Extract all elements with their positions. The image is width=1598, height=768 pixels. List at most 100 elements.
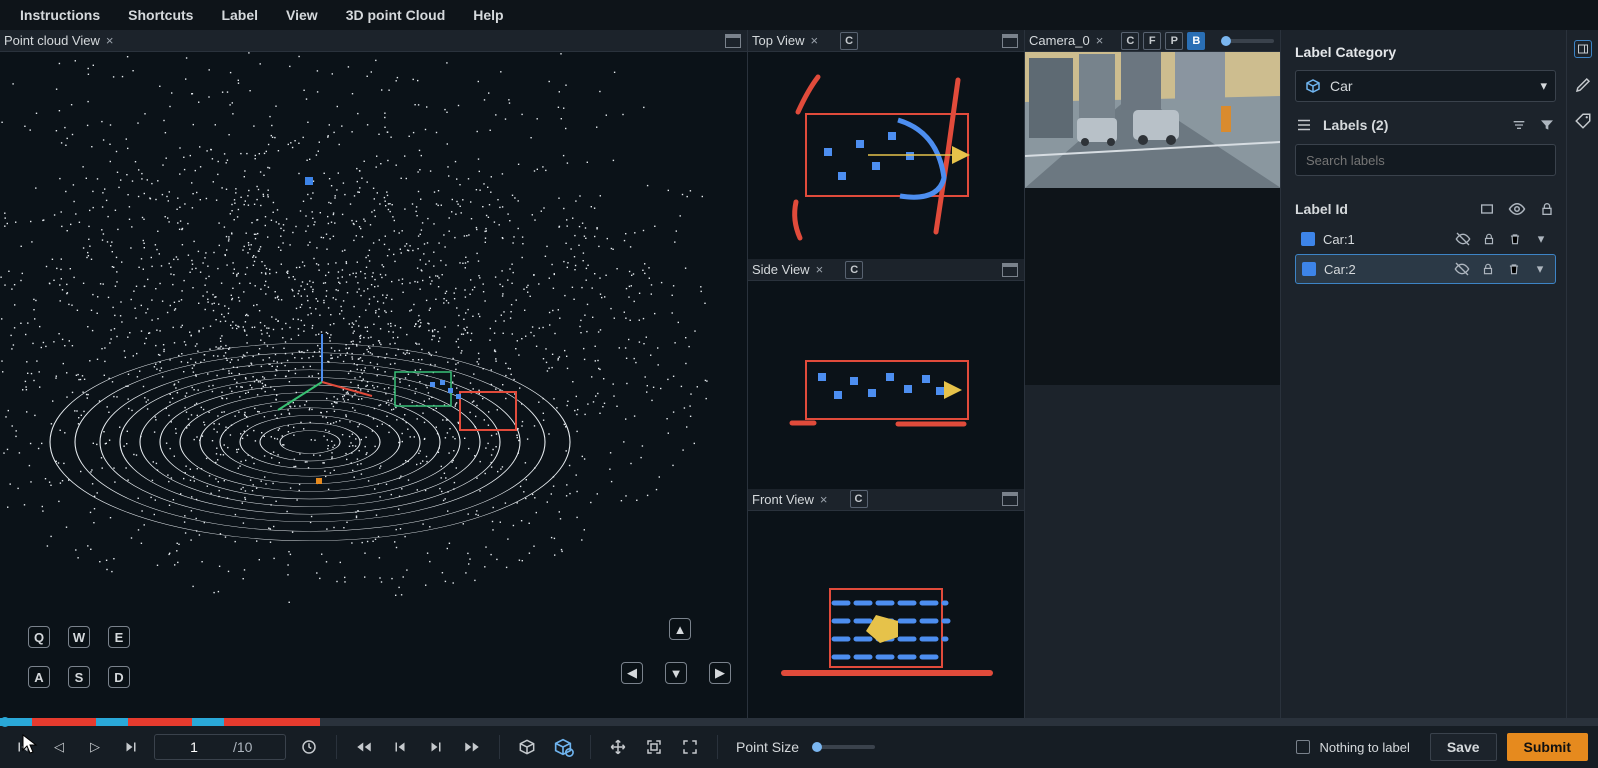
front-view-maximize-icon[interactable] [1002,492,1018,506]
side-view-close[interactable]: × [816,262,824,277]
point-cloud-canvas[interactable]: Q W E A S D ▲ ◀ ▼ ▶ [0,52,747,718]
side-view-mode-c[interactable]: C [845,261,863,279]
point-size-label: Point Size [736,739,799,755]
rewind-icon[interactable] [351,734,377,760]
cuboid-icon [1304,77,1322,95]
camera-tab-title: Camera_0 [1029,33,1092,48]
fullscreen-icon[interactable] [677,734,703,760]
side-view-title: Side View [752,262,812,277]
top-view-close[interactable]: × [811,33,819,48]
front-view-title: Front View [752,492,816,507]
lock-icon[interactable] [1538,200,1556,218]
list-icon [1295,116,1313,134]
save-button[interactable]: Save [1430,733,1497,761]
label-item-name: Car:2 [1324,262,1445,277]
label-search-input[interactable] [1295,144,1556,176]
camera-mode-f[interactable]: F [1143,32,1161,50]
chevron-down-icon[interactable]: ▾ [1531,260,1549,278]
key-w[interactable]: W [68,626,90,648]
box-icon[interactable] [1478,200,1496,218]
camera-zoom-slider[interactable] [1224,39,1274,43]
step-fwd-icon[interactable] [423,734,449,760]
tag-icon[interactable] [1574,112,1592,130]
key-s[interactable]: S [68,666,90,688]
lock-icon[interactable] [1480,230,1498,248]
sort-icon[interactable] [1510,116,1528,134]
label-category-heading: Label Category [1295,44,1556,60]
panel-icon[interactable] [1574,40,1592,58]
key-e[interactable]: E [108,626,130,648]
filter-icon[interactable] [1538,116,1556,134]
key-a[interactable]: A [28,666,50,688]
top-view-mode-c[interactable]: C [840,32,858,50]
nothing-to-label-label: Nothing to label [1320,740,1410,755]
label-item-car-2[interactable]: Car:2 ▾ [1295,254,1556,284]
side-tool-strip [1566,30,1598,718]
menu-3d-point-cloud[interactable]: 3D point Cloud [334,1,458,29]
top-view-canvas[interactable] [748,52,1024,259]
point-size-slider[interactable] [815,745,875,749]
menu-help[interactable]: Help [461,1,515,29]
first-frame-icon[interactable] [10,734,36,760]
eye-off-icon[interactable] [1453,260,1471,278]
nav-right-icon[interactable]: ▶ [709,662,731,684]
point-cloud-maximize-icon[interactable] [725,34,741,48]
prev-frame-icon[interactable]: ◁ [46,734,72,760]
fast-forward-icon[interactable] [459,734,485,760]
nav-left-icon[interactable]: ◀ [621,662,643,684]
side-view-canvas[interactable] [748,281,1024,488]
label-id-heading: Label Id [1295,201,1466,217]
point-cloud-tab-close[interactable]: × [106,33,114,48]
label-panel: Label Category Car ▾ Labels (2) Label I [1281,30,1566,718]
menu-view[interactable]: View [274,1,330,29]
labels-heading: Labels (2) [1323,117,1500,133]
camera-canvas[interactable] [1025,52,1280,385]
timeline[interactable] [0,718,1598,726]
nothing-to-label-checkbox[interactable] [1296,740,1310,754]
nav-up-icon[interactable]: ▲ [669,618,691,640]
cube-add-icon[interactable] [550,734,576,760]
key-q[interactable]: Q [28,626,50,648]
front-view-close[interactable]: × [820,492,828,507]
eye-icon[interactable] [1508,200,1526,218]
top-view-maximize-icon[interactable] [1002,34,1018,48]
fit-tool-icon[interactable] [641,734,667,760]
footer-toolbar: ◁ ▷ /10 Point Size Nothing to label Save… [0,726,1598,768]
edit-icon[interactable] [1574,76,1592,94]
camera-mode-c[interactable]: C [1121,32,1139,50]
label-item-name: Car:1 [1323,232,1446,247]
menu-shortcuts[interactable]: Shortcuts [116,1,205,29]
eye-off-icon[interactable] [1454,230,1472,248]
camera-tab-close[interactable]: × [1096,33,1104,48]
chevron-down-icon[interactable]: ▾ [1532,230,1550,248]
camera-mode-p[interactable]: P [1165,32,1183,50]
trash-icon[interactable] [1505,260,1523,278]
move-tool-icon[interactable] [605,734,631,760]
frame-number-input[interactable]: /10 [154,734,286,760]
step-back-icon[interactable] [387,734,413,760]
label-category-value: Car [1330,78,1532,94]
timeline-playhead[interactable] [0,717,10,727]
next-frame-icon[interactable] [118,734,144,760]
label-category-select[interactable]: Car ▾ [1295,70,1556,102]
color-swatch [1302,262,1316,276]
nav-down-icon[interactable]: ▼ [665,662,687,684]
key-d[interactable]: D [108,666,130,688]
camera-mode-b[interactable]: B [1187,32,1205,50]
submit-button[interactable]: Submit [1507,733,1588,761]
trash-icon[interactable] [1506,230,1524,248]
side-view-maximize-icon[interactable] [1002,263,1018,277]
color-swatch [1301,232,1315,246]
cube-tool-icon[interactable] [514,734,540,760]
lock-icon[interactable] [1479,260,1497,278]
menu-instructions[interactable]: Instructions [8,1,112,29]
front-view-canvas[interactable] [748,511,1024,718]
label-item-car-1[interactable]: Car:1 ▾ [1295,224,1556,254]
play-icon[interactable]: ▷ [82,734,108,760]
front-view-mode-c[interactable]: C [850,490,868,508]
menu-label[interactable]: Label [209,1,270,29]
top-view-title: Top View [752,33,807,48]
menu-bar: Instructions Shortcuts Label View 3D poi… [0,0,1598,30]
point-cloud-tab-header: Point cloud View × [0,30,747,52]
history-icon[interactable] [296,734,322,760]
